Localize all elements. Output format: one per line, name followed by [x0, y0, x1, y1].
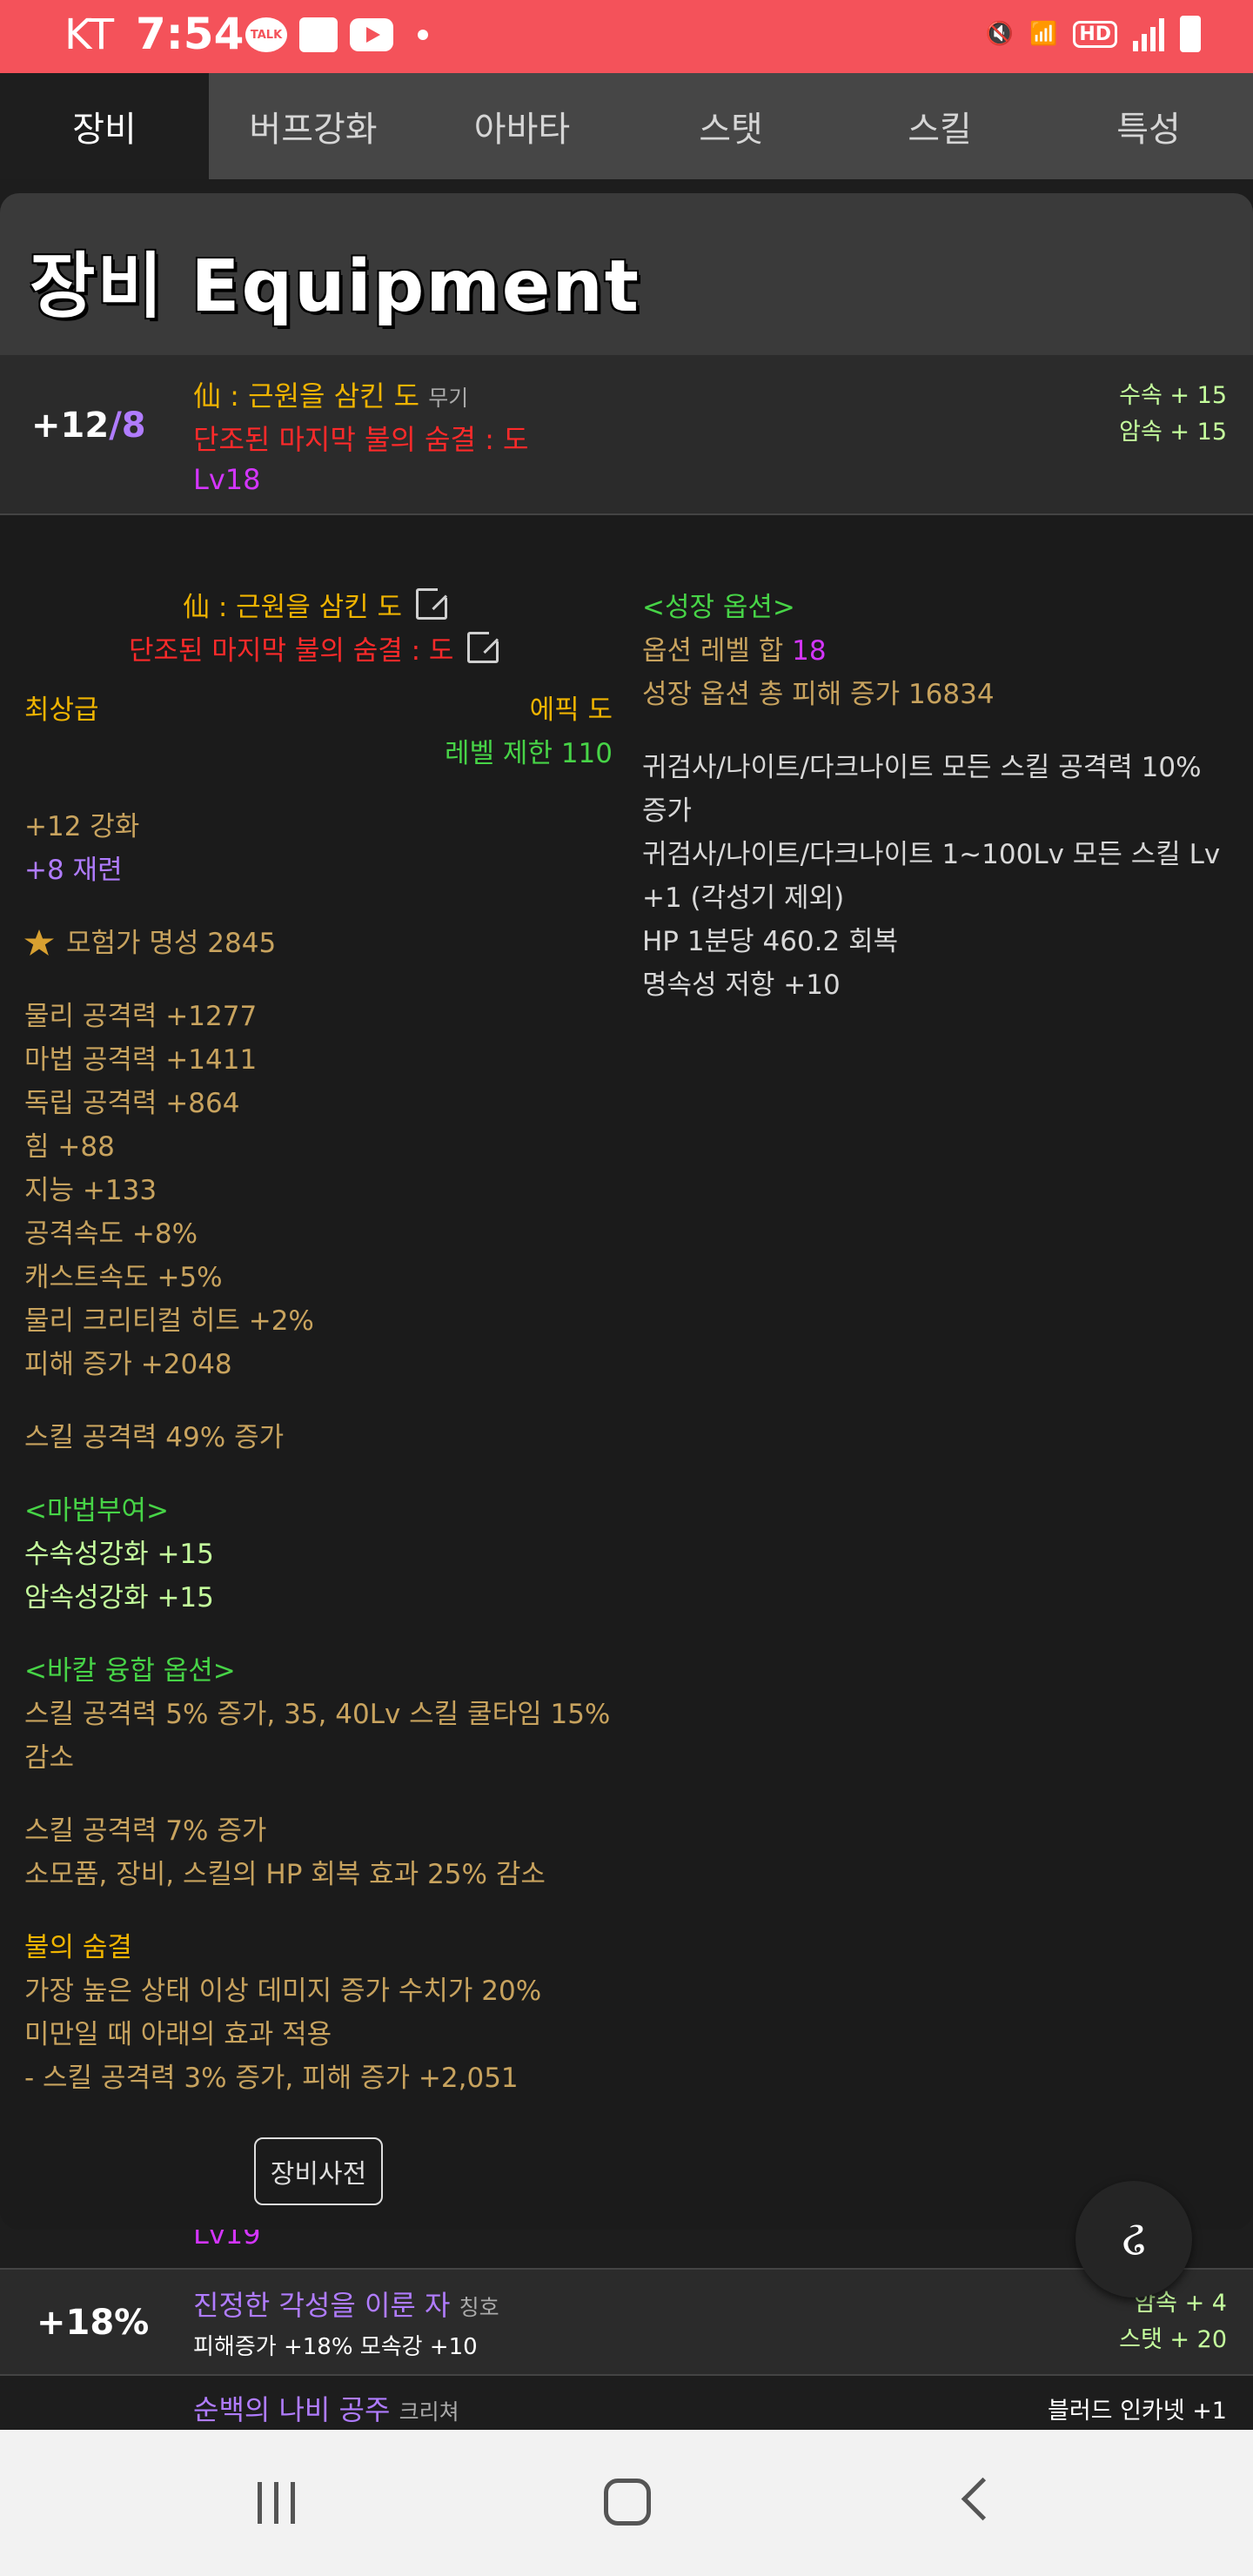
fire-breath-title: 불의 숨결: [24, 1932, 132, 1963]
weapon-level: Lv18: [193, 463, 261, 496]
fire-breath-line: - 스킬 공격력 3% 증가, 피해 증가 +2,051: [24, 2063, 519, 2094]
card-header: 장비 Equipment: [0, 193, 1253, 355]
creature-artifact: 블러드 인카넷 +1: [1047, 2398, 1227, 2425]
stat-line: 물리 크리티컬 히트 +2%: [24, 1305, 314, 1337]
title-value: +18%: [37, 2303, 150, 2343]
growth-line: 귀검사/나이트/다크나이트 1~100Lv 모든 스킬 Lv: [642, 839, 1221, 870]
detail-name: 仙 : 근원을 삼킨 도: [183, 585, 450, 624]
mute-icon: 🔇: [985, 21, 1014, 47]
fame: 모험가 명성 2845: [24, 921, 276, 960]
title-effect: 피해증가 +18% 모속강 +10: [193, 2334, 478, 2360]
tab-stats[interactable]: 스탯: [626, 73, 835, 179]
weapon-row[interactable]: +12/8 仙 : 근원을 삼킨 도 무기 단조된 마지막 불의 숨결 : 도 …: [0, 355, 1253, 515]
equipment-detail-card: 장비 Equipment +12/8 仙 : 근원을 삼킨 도 무기 단조된 마…: [0, 193, 1253, 2230]
weapon-elem-water: 수속 + 15: [1119, 382, 1227, 409]
bakal-line: 감소: [24, 1742, 75, 1774]
list-item-title[interactable]: +18% 진정한 각성을 이룬 자 칭호 피해증가 +18% 모속강 +10 암…: [0, 2268, 1253, 2376]
wifi-icon: 📶: [1029, 21, 1058, 47]
growth-line: 귀검사/나이트/다크나이트 모든 스킬 공격력 10%: [642, 752, 1202, 783]
item-grade: 최상급: [24, 694, 99, 726]
clock: 7:54: [136, 9, 245, 59]
status-bar: KT 7:54 TALK 🔇 📶 HD: [0, 0, 1253, 73]
page-title: 장비 Equipment: [30, 245, 640, 328]
tab-equipment[interactable]: 장비: [0, 73, 209, 179]
tab-buff[interactable]: 버프강화: [209, 73, 418, 179]
external-link-icon[interactable]: [415, 586, 450, 620]
recent-apps-icon[interactable]: [258, 2482, 295, 2524]
tab-traits[interactable]: 특성: [1044, 73, 1253, 179]
detail-set-name: 단조된 마지막 불의 숨결 : 도: [129, 628, 502, 667]
weapon-elem-dark: 암속 + 15: [1119, 419, 1227, 446]
title-name: 진정한 각성을 이룬 자 칭호: [193, 2289, 499, 2322]
system-icons: 🔇 📶 HD: [986, 16, 1201, 52]
extra-line: 소모품, 장비, 스킬의 HP 회복 효과 25% 감소: [24, 1859, 546, 1890]
floating-action-button[interactable]: ઢ: [1075, 2181, 1192, 2298]
tab-avatar[interactable]: 아바타: [418, 73, 626, 179]
weapon-detail: 仙 : 근원을 삼킨 도 단조된 마지막 불의 숨결 : 도 최상급 에픽 도 …: [0, 513, 1253, 2230]
external-link-icon[interactable]: [467, 629, 502, 663]
equipment-dictionary-button[interactable]: 장비사전: [254, 2137, 383, 2205]
enchant-header: <마법부여>: [24, 1495, 170, 1526]
youtube-icon: [350, 18, 393, 51]
signal-icon: [1133, 17, 1164, 51]
carrier-label: KT: [64, 10, 115, 59]
skill-attack: 스킬 공격력 49% 증가: [24, 1422, 285, 1453]
weapon-name: 仙 : 근원을 삼킨 도 무기: [193, 379, 469, 413]
item-rarity: 에픽 도: [529, 694, 613, 726]
back-icon[interactable]: [961, 2477, 1005, 2521]
bakal-header: <바칼 융합 옵션>: [24, 1655, 236, 1687]
weapon-set-name: 단조된 마지막 불의 숨결 : 도: [193, 423, 529, 456]
reinforce: +12 강화: [24, 811, 140, 842]
stat-line: 피해 증가 +2048: [24, 1349, 232, 1380]
growth-level: 옵션 레벨 합 18: [642, 635, 827, 667]
growth-line: +1 (각성기 제외): [642, 882, 845, 914]
stat-line: 캐스트속도 +5%: [24, 1262, 223, 1293]
fire-breath-line: 미만일 때 아래의 효과 적용: [24, 2019, 332, 2050]
scribble-icon: ઢ: [1122, 2210, 1146, 2267]
growth-line: 명속성 저항 +10: [642, 969, 841, 1001]
more-dot-icon: [418, 30, 428, 40]
stat-line: 물리 공격력 +1277: [24, 1001, 258, 1032]
enchant-line: 암속성강화 +15: [24, 1582, 214, 1613]
fire-breath-line: 가장 높은 상태 이상 데미지 증가 수치가 20%: [24, 1976, 542, 2007]
enchant-line: 수속성강화 +15: [24, 1539, 214, 1570]
growth-damage: 성장 옵션 총 피해 증가 16834: [642, 679, 995, 710]
battery-icon: [1180, 16, 1201, 52]
bakal-line: 스킬 공격력 5% 증가, 35, 40Lv 스킬 쿨타임 15%: [24, 1699, 611, 1730]
growth-line: 증가: [642, 795, 693, 827]
stat-line: 지능 +133: [24, 1175, 157, 1206]
gallery-icon: [299, 17, 338, 52]
extra-line: 스킬 공격력 7% 증가: [24, 1815, 267, 1847]
creature-name[interactable]: 순백의 나비 공주 크리쳐: [193, 2388, 459, 2428]
stat-line: 독립 공격력 +864: [24, 1088, 240, 1119]
stat-line: 힘 +88: [24, 1131, 115, 1163]
refine: +8 재련: [24, 855, 123, 886]
navigation-bar: [0, 2430, 1253, 2576]
weapon-reinforce-level: +12/8: [31, 406, 146, 446]
notification-icons: TALK: [245, 17, 428, 52]
fame-icon: [24, 929, 54, 956]
level-limit: 레벨 제한 110: [445, 738, 613, 769]
stat-line: 마법 공격력 +1411: [24, 1044, 258, 1076]
home-icon[interactable]: [604, 2479, 651, 2526]
stat-line: 공격속도 +8%: [24, 1218, 198, 1250]
growth-line: HP 1분당 460.2 회복: [642, 926, 899, 957]
tab-skills[interactable]: 스킬: [835, 73, 1044, 179]
tab-bar: 장비 버프강화 아바타 스탯 스킬 특성: [0, 73, 1253, 179]
growth-header: <성장 옵션>: [642, 592, 795, 623]
hd-voice-icon: HD: [1073, 20, 1117, 48]
kakaotalk-icon: TALK: [245, 17, 287, 52]
title-stat: 스탯 + 20: [1119, 2326, 1227, 2353]
